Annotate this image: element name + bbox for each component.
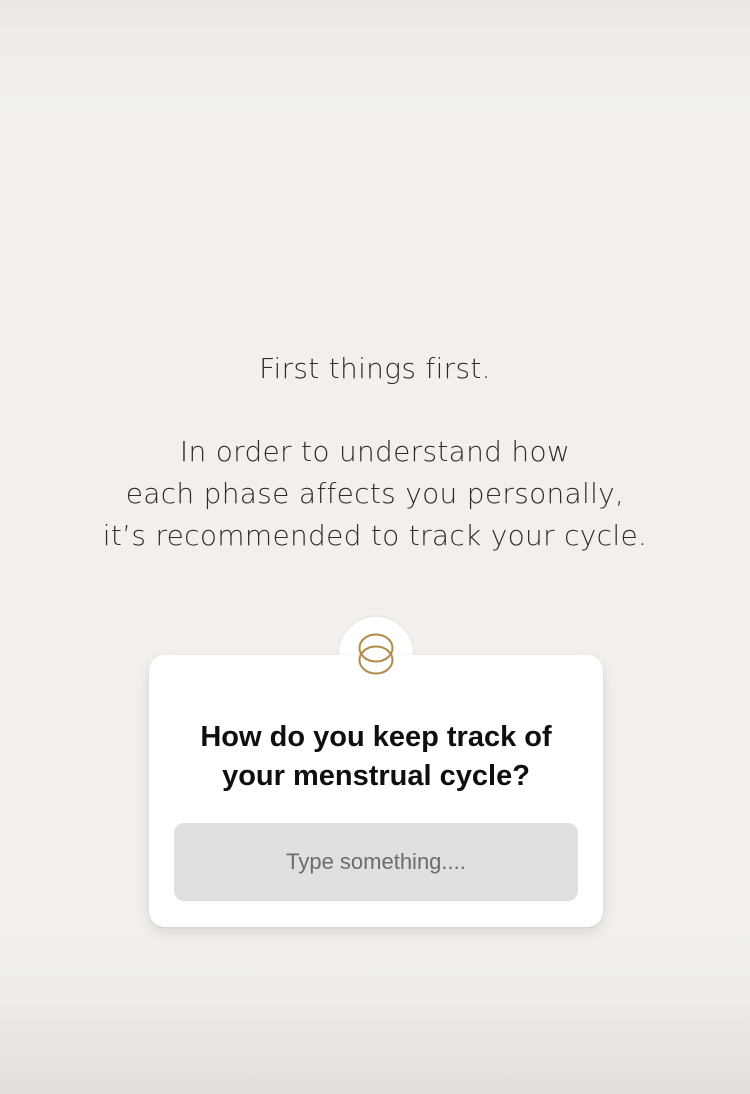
- intro-body: In order to understand how each phase af…: [0, 431, 750, 557]
- interlocking-rings-icon: [358, 633, 394, 675]
- intro-body-line: it’s recommended to track your cycle.: [102, 519, 648, 552]
- card-question-line: How do you keep track of: [200, 721, 552, 753]
- intro-title: First things first.: [259, 352, 491, 385]
- intro-body-line: each phase affects you personally,: [125, 477, 625, 510]
- onboarding-screen: First things first. In order to understa…: [0, 0, 750, 1094]
- card-question-line: your menstrual cycle?: [222, 760, 530, 792]
- card-badge-icon-holder: [339, 617, 413, 691]
- answer-input[interactable]: [174, 823, 578, 901]
- card-question: How do you keep track of your menstrual …: [149, 718, 603, 796]
- intro-body-line: In order to understand how: [179, 435, 571, 468]
